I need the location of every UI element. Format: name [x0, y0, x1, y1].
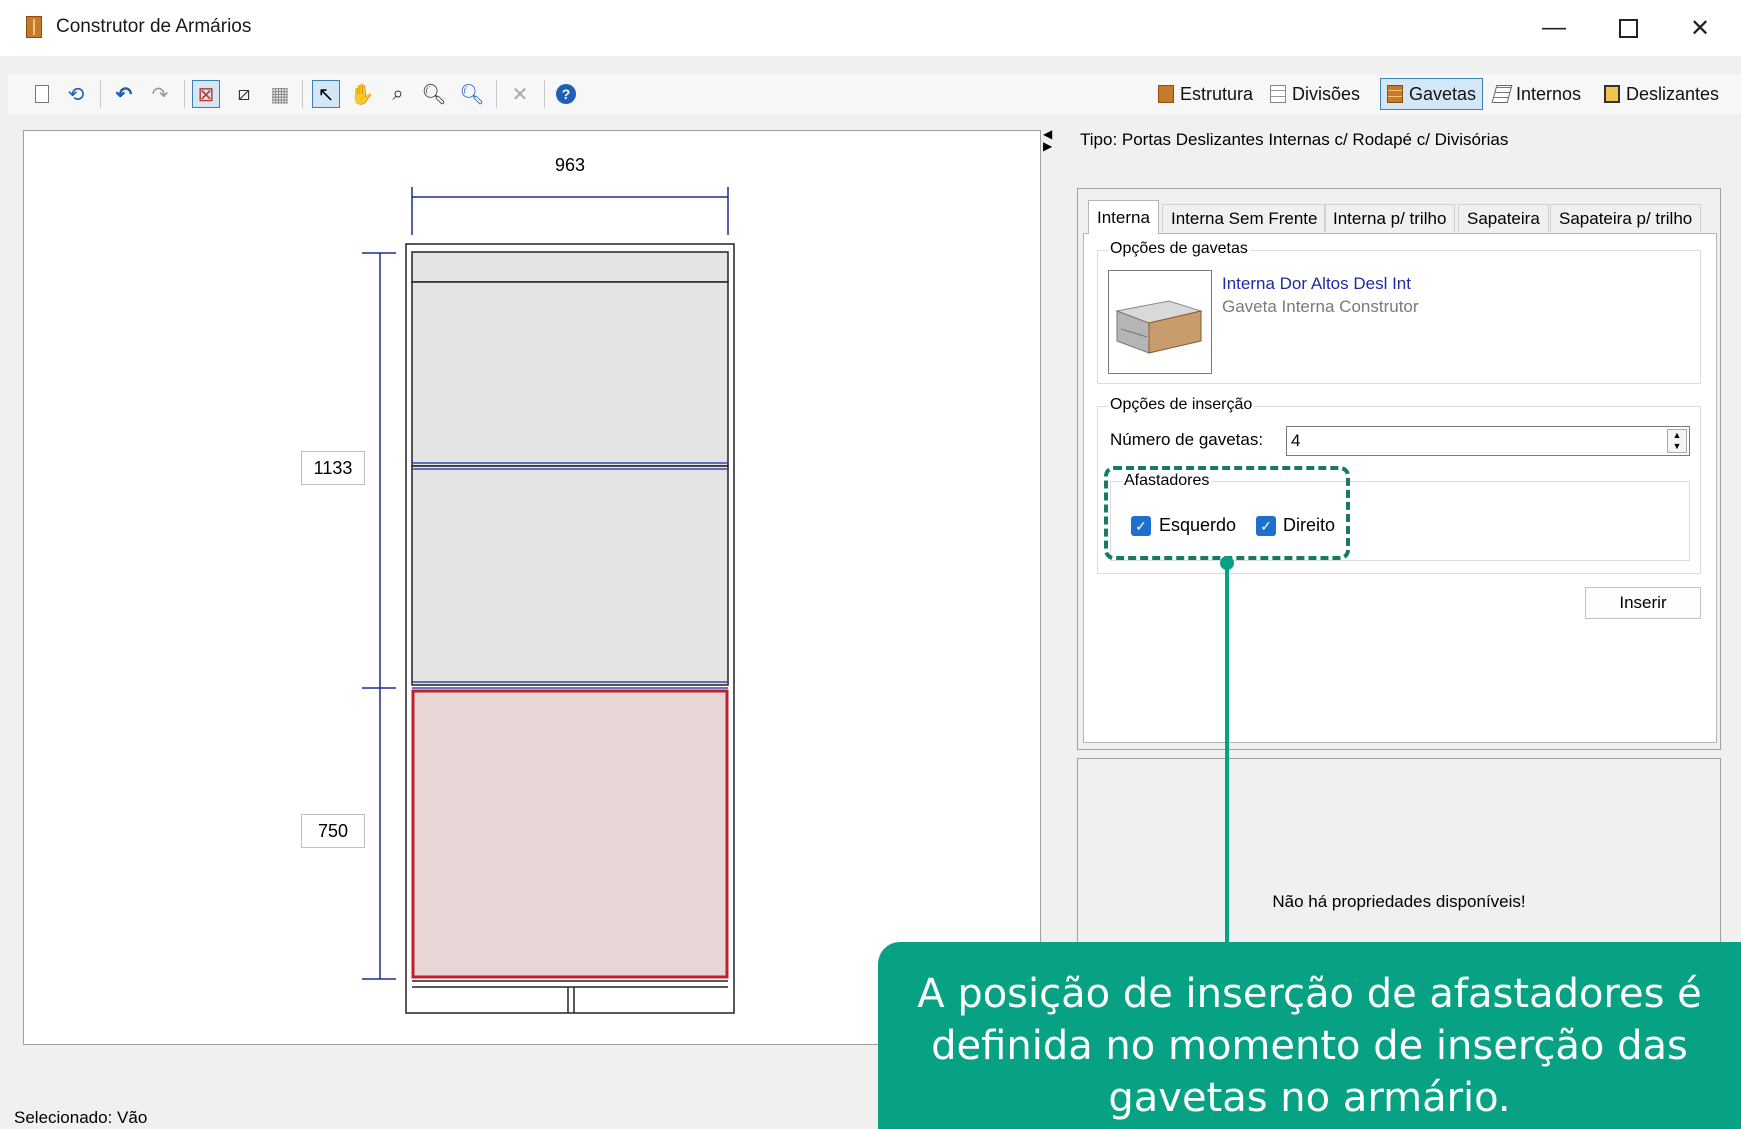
internals-icon [1491, 85, 1513, 103]
new-icon[interactable] [28, 80, 56, 108]
width-dimension-label: 963 [555, 155, 586, 175]
title-bar [0, 0, 1741, 56]
inserir-button[interactable]: Inserir [1585, 587, 1701, 619]
drawer-image [1115, 300, 1203, 354]
close-button[interactable]: ✕ [1670, 8, 1730, 48]
minimize-button[interactable]: — [1524, 8, 1584, 48]
drawing-canvas[interactable]: 963 1133 750 [23, 130, 1041, 1045]
snap-icon[interactable]: ⊠ [192, 80, 220, 108]
tab-interna[interactable]: Interna [1088, 200, 1159, 234]
cabinet [405, 243, 735, 1014]
num-drawers-label: Número de gavetas: [1110, 430, 1264, 449]
callout-pointer-line [1225, 566, 1229, 944]
structure-icon [1158, 85, 1174, 103]
dimension-icon[interactable]: ⧄ [230, 80, 258, 108]
type-label: Tipo: Portas Deslizantes Internas c/ Rod… [1080, 130, 1509, 149]
tip-callout: A posição de inserção de afastadores é d… [878, 942, 1741, 1129]
drawer-name-link[interactable]: Interna Dor Altos Desl Int [1222, 274, 1411, 294]
grid-icon[interactable]: ▦ [266, 80, 294, 108]
undo-icon[interactable]: ↶ [110, 80, 138, 108]
lower-height-dimension[interactable]: 750 [301, 814, 365, 848]
num-drawers-value: 4 [1291, 431, 1301, 450]
zoom-in-icon[interactable]: 🔍︎ [458, 80, 486, 108]
tab-divisoes[interactable]: Divisões [1264, 78, 1366, 110]
afastadores-highlight [1104, 466, 1350, 560]
hand-icon[interactable]: ✋ [348, 80, 376, 108]
tab-deslizantes[interactable]: Deslizantes [1598, 78, 1725, 110]
drawer-options-title: Opções de gavetas [1108, 240, 1250, 258]
splitter-arrows-icon[interactable]: ◀ ▶ [1043, 128, 1052, 152]
num-drawers-input[interactable]: 4 ▲ ▼ [1286, 426, 1690, 456]
status-bar-text: Selecionado: Vão [14, 1108, 148, 1127]
app-cabinet-icon [26, 16, 42, 38]
tab-sapateira-trilho[interactable]: Sapateira p/ trilho [1550, 204, 1702, 232]
tab-gavetas[interactable]: Gavetas [1380, 78, 1484, 110]
redo-icon[interactable]: ↷ [146, 80, 174, 108]
reset-icon[interactable]: ⟲ [62, 80, 90, 108]
zoom-out-icon[interactable]: 🔍︎ [420, 80, 448, 108]
drawer-description: Gaveta Interna Construtor [1222, 297, 1419, 316]
maximize-button[interactable] [1598, 8, 1658, 48]
select-icon[interactable]: ↖ [312, 80, 340, 108]
tab-estrutura[interactable]: Estrutura [1152, 78, 1259, 110]
selected-space [411, 689, 729, 979]
tab-interna-sem-frente[interactable]: Interna Sem Frente [1162, 204, 1327, 232]
drawer-thumbnail[interactable] [1108, 270, 1212, 374]
cabinet-drawing [362, 187, 735, 1014]
tab-internos[interactable]: Internos [1488, 78, 1587, 110]
callout-line-2: definida no momento de inserção das [931, 1023, 1688, 1069]
tab-sapateira[interactable]: Sapateira [1458, 204, 1549, 232]
sliding-icon [1604, 85, 1620, 103]
callout-line-1: A posição de inserção de afastadores é [917, 971, 1702, 1017]
upper-height-dimension[interactable]: 1133 [301, 451, 365, 485]
divisions-icon [1270, 85, 1286, 103]
num-drawers-spinner[interactable]: ▲ ▼ [1667, 429, 1687, 453]
tab-interna-trilho[interactable]: Interna p/ trilho [1324, 204, 1456, 232]
no-properties-message: Não há propriedades disponíveis! [1272, 892, 1526, 911]
window-title: Construtor de Armários [56, 16, 252, 37]
help-icon[interactable]: ? [552, 80, 580, 108]
zoom-fit-icon[interactable]: ⌕ [384, 80, 412, 108]
drawers-icon [1387, 85, 1403, 103]
callout-line-3: gavetas no armário. [1108, 1075, 1511, 1121]
delete-icon[interactable]: ✕ [506, 80, 534, 108]
insert-options-title: Opções de inserção [1108, 396, 1255, 414]
